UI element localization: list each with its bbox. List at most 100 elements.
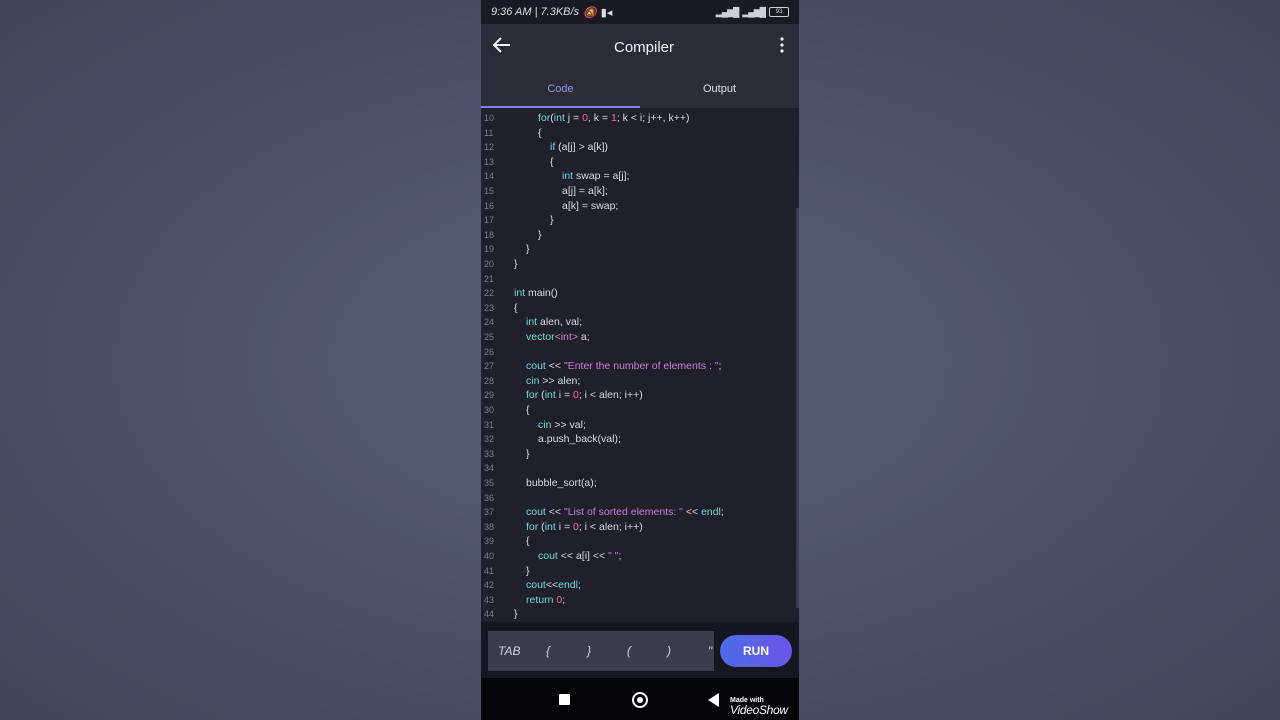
code-text: }	[550, 213, 554, 227]
code-token: , k =	[587, 112, 611, 124]
code-token: }	[526, 447, 530, 460]
code-line: 16 a[k] = swap;	[481, 199, 797, 213]
code-text: cin >> val;	[538, 418, 586, 432]
code-line: 27 cout << "Enter the number of elements …	[481, 359, 797, 373]
home-icon[interactable]	[632, 692, 648, 708]
code-token: }	[514, 608, 518, 621]
code-text: cout<<endl;	[526, 578, 581, 592]
code-line: 42 cout<<endl;	[481, 578, 797, 592]
code-line: 22 int main()	[481, 286, 797, 300]
code-token: int	[526, 316, 538, 329]
code-text: a[j] = a[k];	[562, 184, 608, 198]
code-line: 37 cout << "List of sorted elements: " <<…	[481, 505, 797, 519]
line-number: 36	[484, 492, 495, 503]
line-number: 40	[484, 551, 495, 561]
line-number: 31	[484, 419, 495, 430]
code-token: cin	[538, 418, 552, 431]
code-token: bubble_sort(a);	[526, 477, 597, 489]
open-paren-key[interactable]: (	[627, 644, 631, 658]
code-text: if (a[j] > a[k])	[550, 140, 608, 154]
code-token: ; k < i; j++, k++)	[616, 112, 690, 124]
signal-icon: ▂▄▆█	[715, 6, 740, 17]
code-token: ; i < alen; i++)	[578, 520, 643, 533]
code-token: for	[526, 520, 539, 533]
code-text: }	[514, 257, 518, 271]
code-text: {	[550, 155, 554, 169]
code-line: 36	[481, 491, 797, 505]
code-token: a;	[577, 331, 590, 343]
nav-back-icon[interactable]	[708, 693, 719, 707]
recent-apps-icon[interactable]	[559, 694, 570, 705]
code-token: j =	[564, 112, 583, 124]
close-paren-key[interactable]: )	[667, 644, 671, 658]
code-line: 44}	[481, 607, 797, 621]
code-token: cin	[526, 374, 540, 387]
code-token: vector	[526, 331, 555, 343]
code-token: }	[550, 214, 554, 227]
code-token: }	[538, 228, 542, 241]
battery-icon: 93	[769, 7, 789, 17]
code-token: cout	[526, 360, 546, 373]
code-token: swap = a[j];	[573, 170, 630, 183]
code-text: bubble_sort(a);	[526, 476, 597, 490]
code-text: a.push_back(val);	[538, 432, 621, 446]
code-line: 33}	[481, 447, 797, 461]
code-line: 14 int swap = a[j];	[481, 169, 797, 183]
code-token: <<	[682, 506, 702, 519]
code-token: << a[i] <<	[557, 550, 609, 562]
code-line: 29 for (int i = 0; i < alen; i++)	[481, 388, 797, 402]
code-text: }	[526, 242, 530, 256]
code-text: for(int j = 0, k = 1; k < i; j++, k++)	[538, 111, 690, 125]
line-number: 38	[484, 521, 495, 532]
code-token: return	[526, 593, 554, 606]
code-token: (a[j] > a[k])	[555, 141, 609, 154]
code-text: }	[514, 607, 518, 621]
page-title: Compiler	[613, 38, 674, 56]
code-line: 20}	[481, 257, 797, 271]
code-line: 13 {	[481, 155, 797, 169]
code-token: <<	[545, 360, 564, 373]
line-number: 18	[484, 229, 495, 240]
code-token: ;	[718, 360, 722, 373]
quote-key[interactable]: "	[708, 644, 712, 658]
status-time: 9:36 AM	[491, 6, 532, 18]
line-number: 14	[484, 171, 495, 182]
code-editor[interactable]: 10 for(int j = 0, k = 1; k < i; j++, k++)…	[481, 108, 799, 622]
code-token: for	[526, 389, 539, 402]
code-line: 30 {	[481, 403, 797, 417]
line-number: 11	[484, 127, 494, 138]
symbol-keys-bar: TAB { } ( ) "	[488, 631, 714, 671]
code-line: 18}	[481, 228, 797, 242]
code-line: 28 cin >> alen;	[481, 374, 797, 388]
code-token: }	[526, 564, 530, 577]
code-token: cout	[538, 550, 558, 562]
close-brace-key[interactable]: }	[587, 644, 591, 658]
code-line: 21	[481, 272, 797, 286]
videoshow-watermark: Made with VideoShow	[730, 697, 788, 717]
mute-icon: 🔕	[583, 6, 597, 19]
code-token: <<	[545, 506, 564, 519]
code-line: 34	[481, 461, 797, 475]
tab-output[interactable]: Output	[640, 70, 799, 108]
system-nav-bar: Made with VideoShow	[481, 678, 799, 720]
code-line: 35 bubble_sort(a);	[481, 476, 797, 490]
code-token: }	[526, 243, 530, 256]
line-number: 41	[484, 565, 495, 576]
code-line: 43 return 0;	[481, 593, 797, 607]
code-token: {	[526, 535, 530, 548]
tab-key-button[interactable]: TAB	[498, 644, 520, 658]
back-arrow-icon[interactable]	[481, 36, 523, 59]
line-number: 16	[484, 200, 495, 211]
code-line: 17}	[481, 213, 797, 227]
more-vert-icon[interactable]	[765, 36, 799, 58]
code-line: 31 cin >> val;	[481, 418, 797, 432]
open-brace-key[interactable]: {	[546, 644, 550, 658]
run-button[interactable]: RUN	[720, 635, 792, 667]
line-number: 33	[484, 448, 495, 459]
code-token: ;	[618, 550, 622, 562]
code-token: int	[553, 112, 565, 124]
code-token: int	[562, 170, 574, 183]
code-token: {	[526, 404, 530, 416]
app-bar: Compiler	[481, 24, 799, 70]
tab-code[interactable]: Code	[481, 70, 640, 108]
